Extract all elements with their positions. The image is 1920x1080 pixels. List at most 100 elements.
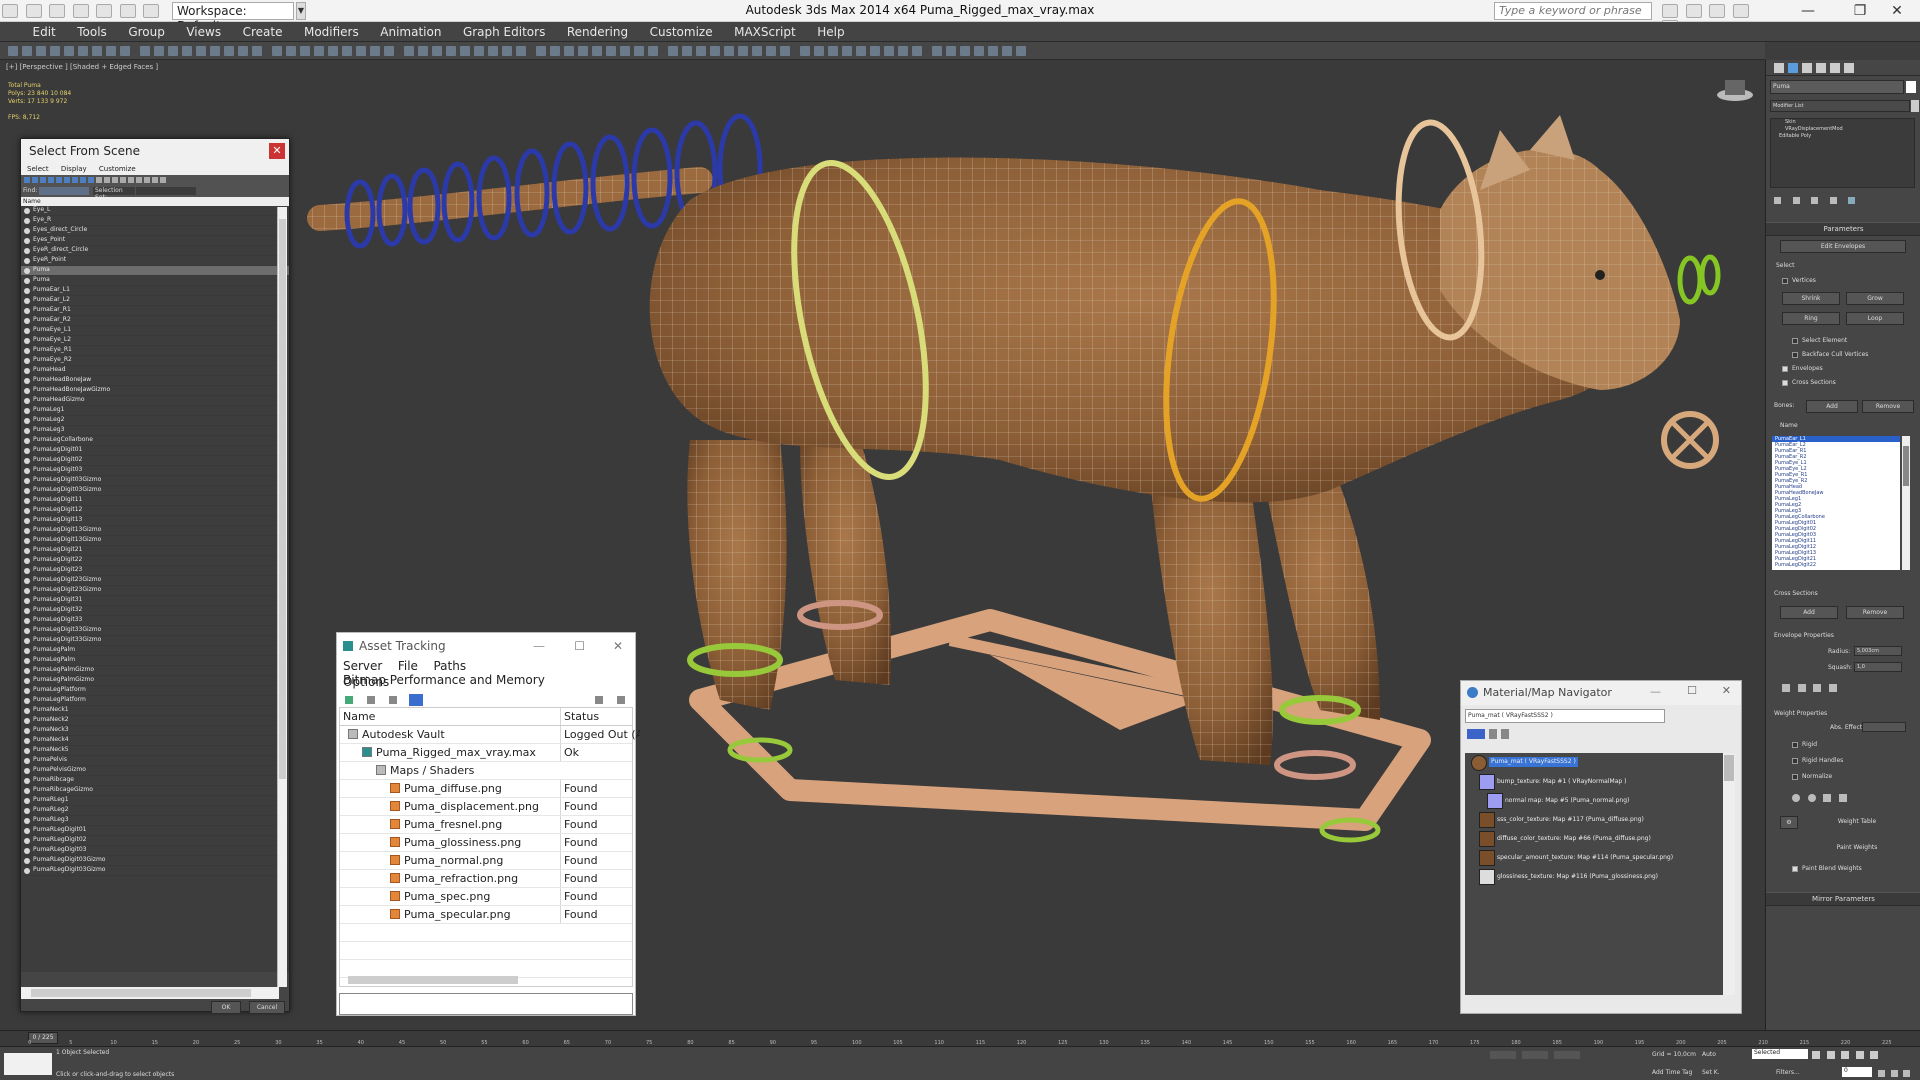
abs-effect-spinner[interactable] <box>1862 722 1906 732</box>
toolbar-tool-icon[interactable] <box>78 46 88 56</box>
at-table-row[interactable]: Puma_normal.png Found <box>340 852 632 870</box>
menu-modifiers[interactable]: Modifiers <box>295 22 368 42</box>
toolbar-tool-icon[interactable] <box>800 46 810 56</box>
toolbar-tool-icon[interactable] <box>488 46 498 56</box>
goto-end-icon[interactable] <box>1870 1051 1878 1059</box>
toolbar-tool-icon[interactable] <box>606 46 616 56</box>
sfs-vertical-scrollbar[interactable] <box>277 207 287 987</box>
at-col-status[interactable]: Status <box>560 708 640 725</box>
mmn-maximize-button[interactable]: ☐ <box>1687 684 1697 697</box>
mmn-tree[interactable]: Puma_mat ( VRayFastSSS2 ) bump_texture: M… <box>1465 753 1723 995</box>
sfs-list-item[interactable]: PumaLegDigit23Gizmo <box>21 576 289 586</box>
configure-sets-icon[interactable] <box>1848 197 1855 204</box>
sfs-list-item[interactable]: PumaLegDigit03 <box>21 466 289 476</box>
toolbar-tool-icon[interactable] <box>898 46 908 56</box>
sfs-list-item[interactable]: Eyes_direct_Circle <box>21 226 289 236</box>
toolbar-tool-icon[interactable] <box>460 46 470 56</box>
sfs-list-item[interactable]: PumaEye_R2 <box>21 356 289 366</box>
sfs-list-item[interactable]: PumaLegPalmGizmo <box>21 666 289 676</box>
sfs-list-item[interactable]: PumaLegDigit12 <box>21 506 289 516</box>
toolbar-tool-icon[interactable] <box>342 46 352 56</box>
toolbar-tool-icon[interactable] <box>432 46 442 56</box>
sfs-list-item[interactable]: PumaRLegDigit03Gizmo <box>21 856 289 866</box>
toolbar-tool-icon[interactable] <box>502 46 512 56</box>
at-table-row[interactable]: Maps / Shaders <box>340 762 632 780</box>
at-menu-file[interactable]: File <box>392 659 424 673</box>
toolbar-tool-icon[interactable] <box>648 46 658 56</box>
search-input[interactable]: Type a keyword or phrase <box>1494 2 1652 20</box>
toolbar-tool-icon[interactable] <box>974 46 984 56</box>
at-menu-options[interactable]: Options <box>337 675 395 689</box>
coord-x-field[interactable] <box>1490 1051 1516 1059</box>
toolbar-tool-icon[interactable] <box>696 46 706 56</box>
sfs-filter-icon[interactable] <box>104 177 110 183</box>
normalize-checkbox[interactable] <box>1792 774 1798 780</box>
sfs-filter-icon[interactable] <box>48 177 54 183</box>
open-file-icon[interactable] <box>49 4 65 18</box>
sfs-list-item[interactable]: PumaLegPalm <box>21 646 289 656</box>
menu-group[interactable]: Group <box>119 22 174 42</box>
key-filters-button[interactable]: Filters... <box>1776 1069 1800 1076</box>
sfs-list-item[interactable]: EyeR_direct_Circle <box>21 246 289 256</box>
viewcube-icon[interactable] <box>1717 80 1753 101</box>
sfs-list-item[interactable]: PumaEar_L2 <box>21 296 289 306</box>
mmn-minimize-button[interactable]: — <box>1650 685 1661 698</box>
sfs-list-item[interactable]: PumaRLeg1 <box>21 796 289 806</box>
pan-icon[interactable] <box>1890 1070 1898 1077</box>
at-table-row[interactable]: Puma_diffuse.png Found <box>340 780 632 798</box>
sfs-list-item[interactable]: PumaRLegDigit03Gizmo <box>21 866 289 876</box>
sfs-list-item[interactable]: PumaEar_R1 <box>21 306 289 316</box>
ring-button[interactable]: Ring <box>1782 312 1840 325</box>
sfs-filter-icon[interactable] <box>96 177 102 183</box>
pin-stack-icon[interactable] <box>1774 197 1781 204</box>
modifier-list-chevron-icon[interactable] <box>1911 100 1919 112</box>
sfs-list-item[interactable]: PumaLegDigit11 <box>21 496 289 506</box>
at-maximize-button[interactable]: ☐ <box>574 633 585 659</box>
close-button[interactable]: ✕ <box>1874 0 1920 22</box>
sfs-list-item[interactable]: PumaEye_R1 <box>21 346 289 356</box>
sfs-filter-icon[interactable] <box>24 177 30 183</box>
at-table-row[interactable]: Puma_glossiness.png Found <box>340 834 632 852</box>
toolbar-tool-icon[interactable] <box>960 46 970 56</box>
stack-skin[interactable]: Skin <box>1771 119 1914 126</box>
sfs-list-item[interactable]: PumaRLeg3 <box>21 816 289 826</box>
sfs-list-item[interactable]: PumaLeg2 <box>21 416 289 426</box>
toolbar-tool-icon[interactable] <box>328 46 338 56</box>
sfs-list-item[interactable]: Eyes_Point <box>21 236 289 246</box>
goto-start-icon[interactable] <box>1812 1051 1820 1059</box>
sfs-list-item[interactable]: PumaLegDigit03Gizmo <box>21 486 289 496</box>
at-table-row[interactable]: Autodesk Vault Logged Out (Ass <box>340 726 640 744</box>
grow-button[interactable]: Grow <box>1846 292 1904 305</box>
sfs-list-item[interactable]: PumaLegPalmGizmo <box>21 676 289 686</box>
weight-tool-icon-4[interactable] <box>1838 794 1847 802</box>
at-table-row[interactable]: Puma_spec.png Found <box>340 888 632 906</box>
selection-set-dropdown[interactable] <box>136 187 196 195</box>
sfs-list-item[interactable]: PumaLegDigit33Gizmo <box>21 626 289 636</box>
sfs-list-item[interactable]: PumaLeg1 <box>21 406 289 416</box>
toolbar-tool-icon[interactable] <box>418 46 428 56</box>
sfs-list-item[interactable]: PumaNeck2 <box>21 716 289 726</box>
loop-button[interactable]: Loop <box>1846 312 1904 325</box>
create-tab-icon[interactable] <box>1774 63 1784 73</box>
toolbar-tool-icon[interactable] <box>140 46 150 56</box>
object-name-field[interactable]: Puma <box>1770 80 1904 94</box>
weight-tool-icon-2[interactable] <box>1807 794 1816 802</box>
modify-tab-icon[interactable] <box>1788 63 1798 73</box>
bone-list-item[interactable]: PumaLegDigit22 <box>1772 562 1900 568</box>
sfs-list-item[interactable]: PumaLegDigit22 <box>21 556 289 566</box>
sfs-list-item[interactable]: PumaLegDigit23 <box>21 566 289 576</box>
toolbar-tool-icon[interactable] <box>22 46 32 56</box>
viewport-label[interactable]: [+] [Perspective ] [Shaded + Edged Faces… <box>6 63 158 71</box>
sfs-filter-icon[interactable] <box>32 177 38 183</box>
sfs-filter-icon[interactable] <box>80 177 86 183</box>
weight-table-button[interactable]: Weight Table <box>1802 816 1912 829</box>
set-key-button[interactable]: Set K. <box>1702 1069 1720 1076</box>
toolbar-tool-icon[interactable] <box>1016 46 1026 56</box>
envelope-tool-icon-4[interactable] <box>1828 684 1837 692</box>
sfs-list-item[interactable]: PumaNeck4 <box>21 736 289 746</box>
vertices-checkbox[interactable] <box>1782 278 1788 284</box>
sfs-list-item[interactable]: PumaLegDigit13Gizmo <box>21 526 289 536</box>
sfs-list-item[interactable]: PumaLegDigit01 <box>21 446 289 456</box>
toolbar-tool-icon[interactable] <box>752 46 762 56</box>
sfs-list-item[interactable]: PumaEye_L2 <box>21 336 289 346</box>
